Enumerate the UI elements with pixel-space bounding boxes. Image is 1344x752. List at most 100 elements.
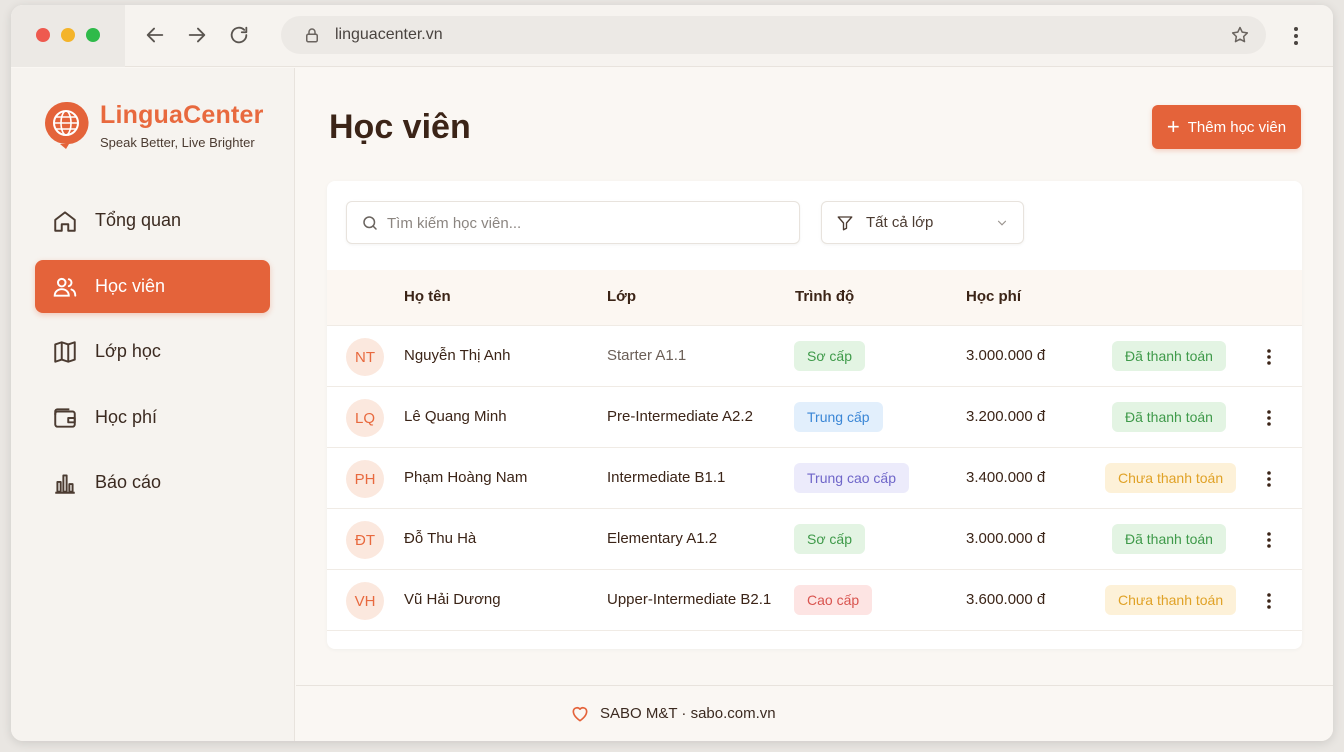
row-actions-button[interactable] <box>1257 345 1281 369</box>
reload-button[interactable] <box>226 22 252 48</box>
sidebar-item-label: Báo cáo <box>95 472 162 492</box>
heart-icon <box>572 706 588 722</box>
row-actions-button[interactable] <box>1257 528 1281 552</box>
student-name: Lê Quang Minh <box>404 408 507 425</box>
student-class: Upper-Intermediate B2.1 <box>607 591 772 608</box>
window-controls <box>11 5 125 67</box>
payment-status-badge: Chưa thanh toán <box>1105 585 1237 615</box>
student-name: Nguyễn Thị Anh <box>404 347 511 364</box>
avatar: ĐT <box>346 521 384 559</box>
students-card: Tất cả lớp Họ tên Lớp Trình độ Học phí N… <box>327 181 1302 649</box>
filter-icon <box>837 216 853 231</box>
student-fee: 3.000.000 đ <box>966 530 1046 547</box>
student-class: Elementary A1.2 <box>607 530 718 547</box>
search-box[interactable] <box>346 201 800 244</box>
student-fee: 3.000.000 đ <box>966 347 1046 364</box>
student-class: Starter A1.1 <box>607 347 687 364</box>
add-student-label: Thêm học viên <box>1187 118 1287 136</box>
users-icon <box>51 273 79 301</box>
add-student-button[interactable]: + Thêm học viên <box>1152 105 1301 149</box>
search-icon <box>363 216 377 230</box>
level-badge: Cao cấp <box>794 585 873 615</box>
minimize-window-button[interactable] <box>61 28 75 42</box>
table-header: Họ tên Lớp Trình độ Học phí <box>327 270 1302 326</box>
student-fee: 3.200.000 đ <box>966 408 1046 425</box>
url-text: linguacenter.vn <box>335 26 443 43</box>
brand-logo <box>45 101 89 149</box>
sidebar-item-label: Học phí <box>95 407 158 427</box>
reload-icon <box>230 26 248 44</box>
payment-status-badge: Chưa thanh toán <box>1105 463 1237 493</box>
column-header-level: Trình độ <box>795 288 855 305</box>
more-vertical-icon <box>1294 27 1298 45</box>
arrow-right-icon <box>188 27 206 43</box>
avatar: PH <box>346 460 384 498</box>
column-header-fee: Học phí <box>966 288 1021 305</box>
maximize-window-button[interactable] <box>86 28 100 42</box>
forward-button[interactable] <box>184 22 210 48</box>
avatar: NT <box>346 338 384 376</box>
student-fee: 3.600.000 đ <box>966 591 1046 608</box>
payment-status-badge: Đã thanh toán <box>1112 341 1226 371</box>
more-vertical-icon <box>1267 410 1271 426</box>
sidebar-item-label: Lớp học <box>95 341 161 361</box>
table-row[interactable]: ĐT Đỗ Thu Hà Elementary A1.2 Sơ cấp 3.000.00… <box>327 509 1302 570</box>
avatar: LQ <box>346 399 384 437</box>
bookmark-star-icon[interactable] <box>1230 25 1250 45</box>
brand-name: LinguaCenter <box>100 101 264 129</box>
level-badge: Sơ cấp <box>794 341 865 371</box>
row-actions-button[interactable] <box>1257 406 1281 430</box>
row-actions-button[interactable] <box>1257 467 1281 491</box>
table-row[interactable]: PH Phạm Hoàng Nam Intermediate B1.1 Trung c… <box>327 448 1302 509</box>
footer-text: SABO M&T · sabo.com.vn <box>600 705 776 722</box>
sidebar-item-overview[interactable]: Tổng quan <box>35 194 270 247</box>
table-row[interactable]: VH Vũ Hải Dương Upper-Intermediate B2.1 Cao… <box>327 570 1302 631</box>
level-badge: Trung cấp <box>794 402 883 432</box>
table-row[interactable]: NT Nguyễn Thị Anh Starter A1.1 Sơ cấp 3.000.… <box>327 326 1302 387</box>
footer: SABO M&T · sabo.com.vn <box>296 685 1333 741</box>
column-header-class: Lớp <box>607 288 636 305</box>
main-content: Học viên + Thêm học viên Tất cả lớp Họ t… <box>296 68 1333 741</box>
class-filter-dropdown[interactable]: Tất cả lớp <box>821 201 1024 244</box>
bar-chart-icon <box>51 469 79 497</box>
book-icon <box>51 338 79 366</box>
filter-selected-value: Tất cả lớp <box>866 214 934 231</box>
payment-status-badge: Đã thanh toán <box>1112 402 1226 432</box>
plus-icon: + <box>1166 114 1180 139</box>
address-bar[interactable]: linguacenter.vn <box>281 16 1266 54</box>
brand-tagline: Speak Better, Live Brighter <box>100 135 255 150</box>
browser-window: linguacenter.vn LinguaCenter Speak Bette… <box>11 5 1333 741</box>
level-badge: Sơ cấp <box>794 524 865 554</box>
more-vertical-icon <box>1267 532 1271 548</box>
browser-menu-button[interactable] <box>1285 23 1307 49</box>
chevron-down-icon <box>997 220 1007 226</box>
student-fee: 3.400.000 đ <box>966 469 1046 486</box>
student-name: Vũ Hải Dương <box>404 591 501 608</box>
sidebar-item-students[interactable]: Học viên <box>35 260 270 313</box>
close-window-button[interactable] <box>36 28 50 42</box>
student-name: Đỗ Thu Hà <box>404 530 477 547</box>
sidebar-item-label: Tổng quan <box>95 210 182 230</box>
sidebar-item-label: Học viên <box>95 276 166 296</box>
browser-chrome: linguacenter.vn <box>11 5 1333 67</box>
row-actions-button[interactable] <box>1257 589 1281 613</box>
page-title: Học viên <box>329 108 471 146</box>
table-row[interactable]: LQ Lê Quang Minh Pre-Intermediate A2.2 Trun… <box>327 387 1302 448</box>
student-class: Pre-Intermediate A2.2 <box>607 408 753 425</box>
column-header-name: Họ tên <box>404 288 451 305</box>
lock-icon <box>306 28 318 43</box>
arrow-left-icon <box>146 27 164 43</box>
level-badge: Trung cao cấp <box>794 463 909 493</box>
search-input[interactable] <box>387 212 787 234</box>
student-class: Intermediate B1.1 <box>607 469 726 486</box>
more-vertical-icon <box>1267 593 1271 609</box>
wallet-icon <box>51 404 79 432</box>
more-vertical-icon <box>1267 471 1271 487</box>
home-icon <box>51 207 79 235</box>
sidebar-item-fees[interactable]: Học phí <box>35 391 270 444</box>
sidebar-item-classes[interactable]: Lớp học <box>35 325 270 378</box>
back-button[interactable] <box>142 22 168 48</box>
payment-status-badge: Đã thanh toán <box>1112 524 1226 554</box>
sidebar: LinguaCenter Speak Better, Live Brighter… <box>11 68 295 741</box>
sidebar-item-reports[interactable]: Báo cáo <box>35 456 270 509</box>
